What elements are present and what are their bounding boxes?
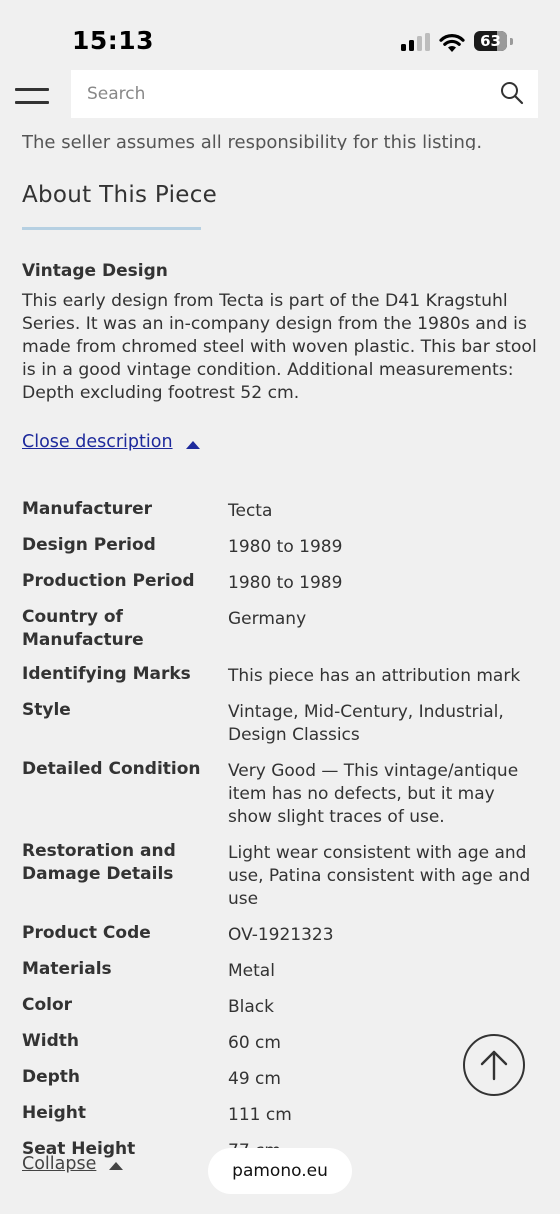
spec-value: Light wear consistent with age and use, … bbox=[228, 843, 531, 909]
caret-up-icon[interactable] bbox=[109, 1162, 123, 1170]
spec-value: 111 cm bbox=[228, 1105, 292, 1125]
spec-value: Vintage, Mid-Century, Industrial, Design… bbox=[228, 702, 504, 745]
signal-icon bbox=[401, 33, 431, 51]
spec-label: Materials bbox=[22, 959, 112, 979]
caret-up-icon[interactable] bbox=[186, 441, 200, 449]
back-to-top-button[interactable] bbox=[463, 1034, 525, 1096]
spec-label: Style bbox=[22, 700, 71, 720]
status-time: 15:13 bbox=[72, 26, 155, 55]
spec-label: Production Period bbox=[22, 571, 195, 591]
spec-label: Country of Manufacture bbox=[22, 607, 144, 650]
spec-row-restoration: Restoration and Damage Details Light wea… bbox=[22, 840, 542, 911]
spec-row-country: Country of Manufacture Germany bbox=[22, 606, 542, 652]
hamburger-menu-icon[interactable] bbox=[15, 88, 49, 106]
description-text: This early design from Tecta is part of … bbox=[22, 291, 537, 403]
search-input[interactable] bbox=[85, 79, 489, 109]
browser-address-pill[interactable]: pamono.eu bbox=[208, 1148, 352, 1194]
close-description-link[interactable]: Close description bbox=[22, 432, 173, 452]
search-icon[interactable] bbox=[500, 81, 524, 105]
spec-label: Manufacturer bbox=[22, 499, 153, 519]
battery-icon: 63 bbox=[474, 31, 513, 53]
spec-value: 1980 to 1989 bbox=[228, 573, 343, 593]
battery-level: 63 bbox=[480, 32, 501, 50]
spec-value: Germany bbox=[228, 609, 307, 629]
spec-value: Very Good — This vintage/antique item ha… bbox=[228, 761, 519, 827]
spec-label: Depth bbox=[22, 1067, 81, 1087]
spec-row-color: Color Black bbox=[22, 994, 542, 1019]
spec-row-production-period: Production Period 1980 to 1989 bbox=[22, 570, 542, 595]
spec-row-condition: Detailed Condition Very Good — This vint… bbox=[22, 758, 542, 829]
spec-row-design-period: Design Period 1980 to 1989 bbox=[22, 534, 542, 559]
arrow-up-icon bbox=[480, 1050, 508, 1081]
spec-label: Height bbox=[22, 1103, 86, 1123]
spec-label: Color bbox=[22, 995, 73, 1015]
spec-row-width: Width 60 cm bbox=[22, 1030, 542, 1055]
spec-label: Width bbox=[22, 1031, 79, 1051]
spec-row-materials: Materials Metal bbox=[22, 958, 542, 983]
seller-responsibility-text: The seller assumes all responsibility fo… bbox=[22, 132, 483, 150]
spec-value: OV-1921323 bbox=[228, 925, 334, 945]
spec-label: Identifying Marks bbox=[22, 664, 191, 684]
spec-row-style: Style Vintage, Mid-Century, Industrial, … bbox=[22, 699, 542, 747]
spec-value: Metal bbox=[228, 961, 275, 981]
spec-row-product-code: Product Code OV-1921323 bbox=[22, 922, 542, 947]
spec-value: Black bbox=[228, 997, 274, 1017]
spec-row-manufacturer: Manufacturer Tecta bbox=[22, 498, 542, 523]
spec-label: Restoration and Damage Details bbox=[22, 841, 176, 884]
spec-value: 1980 to 1989 bbox=[228, 537, 343, 557]
spec-row-height: Height 111 cm bbox=[22, 1102, 542, 1127]
spec-value: This piece has an attribution mark bbox=[228, 666, 521, 686]
spec-label: Detailed Condition bbox=[22, 759, 201, 779]
spec-label: Product Code bbox=[22, 923, 151, 943]
section-title: About This Piece bbox=[22, 182, 218, 208]
spec-label: Design Period bbox=[22, 535, 156, 555]
description-heading: Vintage Design bbox=[22, 261, 168, 281]
search-bar[interactable] bbox=[71, 70, 538, 118]
collapse-link[interactable]: Collapse bbox=[22, 1154, 96, 1174]
wifi-icon bbox=[438, 32, 466, 54]
spec-value: Tecta bbox=[228, 501, 273, 521]
title-underline bbox=[22, 227, 201, 230]
spec-row-identifying-marks: Identifying Marks This piece has an attr… bbox=[22, 663, 542, 688]
